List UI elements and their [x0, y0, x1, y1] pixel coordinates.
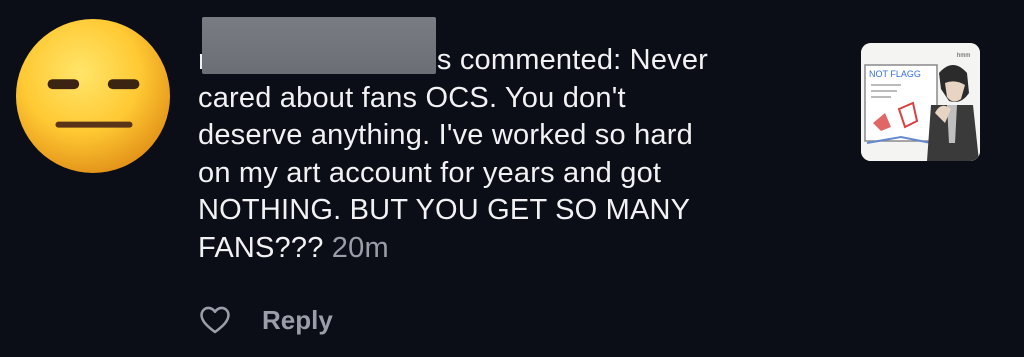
- comment-line-3: deserve anything. I've worked so hard: [198, 119, 693, 151]
- post-thumbnail[interactable]: NOT FLAGG hmm: [861, 43, 980, 161]
- expressionless-face-emoji-avatar[interactable]: [14, 17, 172, 175]
- username-end[interactable]: s: [437, 44, 452, 76]
- comment-line-4: on my art account for years and got: [198, 156, 662, 189]
- comment-text: rs commented: Never cared about fans OCS…: [198, 42, 818, 267]
- comment-line-1: Never: [629, 44, 709, 76]
- expressionless-face-icon: [15, 18, 171, 174]
- post-thumbnail-drawing-icon: NOT FLAGG hmm: [861, 43, 980, 161]
- heart-outline-icon: [200, 306, 230, 334]
- svg-text:hmm: hmm: [957, 53, 970, 59]
- action-text: commented:: [459, 44, 622, 76]
- thumbnail-text: NOT FLAGG: [869, 69, 921, 79]
- notification-actions: Reply: [198, 300, 333, 340]
- username-redaction: [202, 17, 436, 74]
- reply-button[interactable]: Reply: [262, 305, 333, 336]
- comment-line-6: FANS???: [198, 231, 324, 264]
- comment-line-2: cared about fans OCS. You don't: [198, 81, 626, 114]
- timestamp: 20m: [331, 231, 389, 264]
- like-button[interactable]: [198, 303, 232, 337]
- comment-line-5: NOTHING. BUT YOU GET SO MANY: [198, 194, 691, 226]
